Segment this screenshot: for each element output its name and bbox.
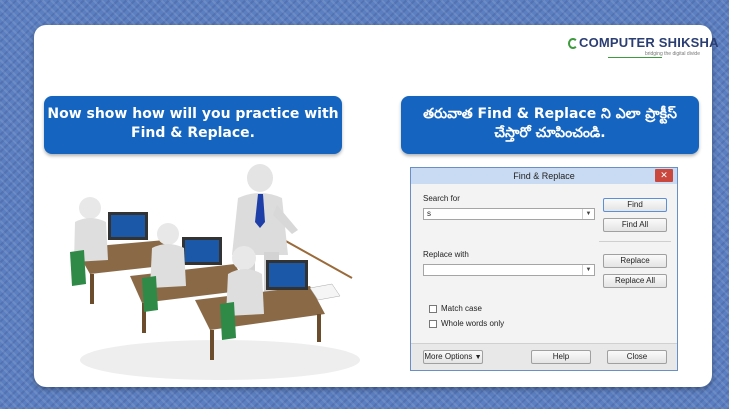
- divider: [599, 241, 671, 242]
- close-icon[interactable]: ✕: [655, 169, 673, 182]
- instruction-banner-telugu: తరువాత Find & Replace ని ఎలా ప్రాక్టీస్ …: [401, 96, 699, 154]
- more-options-label: More Options: [424, 352, 473, 361]
- replace-all-button[interactable]: Replace All: [603, 274, 667, 288]
- search-input[interactable]: s ▼: [423, 208, 595, 220]
- find-all-button[interactable]: Find All: [603, 218, 667, 232]
- logo-text: COMPUTER SHIKSHA: [579, 35, 719, 50]
- instruction-banner-english: Now show how will you practice with Find…: [44, 96, 342, 154]
- double-chevron-down-icon: ▼: [474, 354, 482, 361]
- banner-line-2: చేస్తారో చూపించండి.: [494, 125, 606, 141]
- dialog-title: Find & Replace: [411, 168, 677, 184]
- banner-line-1: Now show how will you practice with: [47, 106, 339, 122]
- search-value: s: [427, 209, 431, 218]
- help-button[interactable]: Help: [531, 350, 591, 364]
- match-case-checkbox[interactable]: [429, 305, 437, 313]
- classroom-illustration: [70, 164, 360, 380]
- whole-words-label: Whole words only: [441, 319, 505, 328]
- computer-shiksha-logo: COMPUTER SHIKSHA bridging the digital di…: [568, 35, 719, 63]
- banner-line-1: తరువాత Find & Replace ని ఎలా ప్రాక్టీస్: [423, 106, 677, 122]
- chevron-down-icon[interactable]: ▼: [582, 209, 594, 219]
- replace-with-label: Replace with: [423, 250, 469, 259]
- replace-button[interactable]: Replace: [603, 254, 667, 268]
- whole-words-checkbox[interactable]: [429, 320, 437, 328]
- chevron-down-icon[interactable]: ▼: [582, 265, 594, 275]
- replace-input[interactable]: ▼: [423, 264, 595, 276]
- search-for-label: Search for: [423, 194, 460, 203]
- close-button[interactable]: Close: [607, 350, 667, 364]
- dialog-footer: More Options ▼ Help Close: [411, 343, 677, 370]
- find-button[interactable]: Find: [603, 198, 667, 212]
- find-replace-dialog: Find & Replace ✕ Search for s ▼ Replace …: [410, 167, 678, 371]
- more-options-button[interactable]: More Options ▼: [423, 350, 483, 364]
- banner-line-2: Find & Replace.: [131, 125, 255, 141]
- logo-icon: [568, 38, 578, 49]
- match-case-label: Match case: [441, 304, 482, 313]
